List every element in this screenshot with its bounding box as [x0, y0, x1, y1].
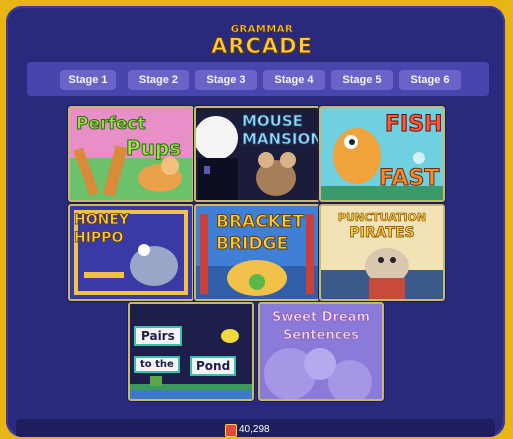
game-tile-fish-fast[interactable]: FISH FAST	[319, 106, 445, 202]
game-tile-honey-hippo[interactable]: HONEY HIPPO	[68, 204, 194, 301]
game-tile-punctuation-pirates[interactable]: PUNCTUATION PIRATES	[319, 204, 445, 301]
pairs-to-the-pond-title-3: Pond	[190, 356, 237, 376]
punctuation-pirates-title-2: PIRATES	[349, 225, 415, 242]
tab-stage-6[interactable]: Stage 6	[399, 70, 461, 90]
sweet-dream-sentences-title-1: Sweet Dream	[271, 310, 371, 326]
fish-fast-title-1: FISH	[384, 112, 443, 138]
tab-stage-2[interactable]: Stage 2	[128, 70, 189, 90]
pairs-to-the-pond-title-1: Pairs	[134, 326, 182, 346]
fish-fast-title-2: FAST	[378, 166, 440, 192]
status-footer: 40,298	[16, 419, 495, 437]
pairs-to-the-pond-artwork	[130, 329, 252, 399]
game-tile-pairs-to-the-pond[interactable]: Pairs to the Pond	[128, 302, 254, 401]
logo-line-2: ARCADE	[211, 34, 313, 58]
perfect-pups-title-2: Pups	[125, 136, 182, 161]
game-tile-bracket-bridge[interactable]: BRACKET BRIDGE	[194, 204, 320, 301]
bracket-bridge-title-2: BRIDGE	[215, 234, 289, 255]
pairs-to-the-pond-title-2: to the	[134, 356, 180, 373]
game-tile-perfect-pups[interactable]: Perfect Pups	[68, 106, 194, 202]
coin-counter: 40,298	[225, 421, 270, 437]
coin-icon	[225, 424, 237, 437]
mouse-mansion-title-2: MANSION	[242, 130, 320, 149]
honey-hippo-title-1: HONEY	[74, 212, 130, 229]
punctuation-pirates-title-1: PUNCTUATION	[337, 211, 427, 225]
tab-stage-4[interactable]: Stage 4	[263, 70, 325, 90]
perfect-pups-title-1: Perfect	[76, 114, 147, 135]
tab-stage-1[interactable]: Stage 1	[60, 70, 116, 90]
honey-hippo-title-2: HIPPO	[74, 230, 124, 247]
stage-tabs: Stage 1 Stage 2 Stage 3 Stage 4 Stage 5 …	[27, 62, 489, 96]
arcade-frame: GRAMMAR ARCADE Stage 1 Stage 2 Stage 3 S…	[6, 6, 505, 437]
mouse-mansion-title-1: MOUSE	[242, 112, 304, 131]
sweet-dream-sentences-title-2: Sentences	[283, 328, 359, 344]
tab-stage-5[interactable]: Stage 5	[331, 70, 393, 90]
coin-count: 40,298	[239, 424, 270, 435]
bracket-bridge-title-1: BRACKET	[215, 212, 305, 233]
game-tile-mouse-mansion[interactable]: MOUSE MANSION	[194, 106, 320, 202]
tab-stage-3[interactable]: Stage 3	[195, 70, 257, 90]
game-tile-sweet-dream-sentences[interactable]: Sweet Dream Sentences	[258, 302, 384, 401]
